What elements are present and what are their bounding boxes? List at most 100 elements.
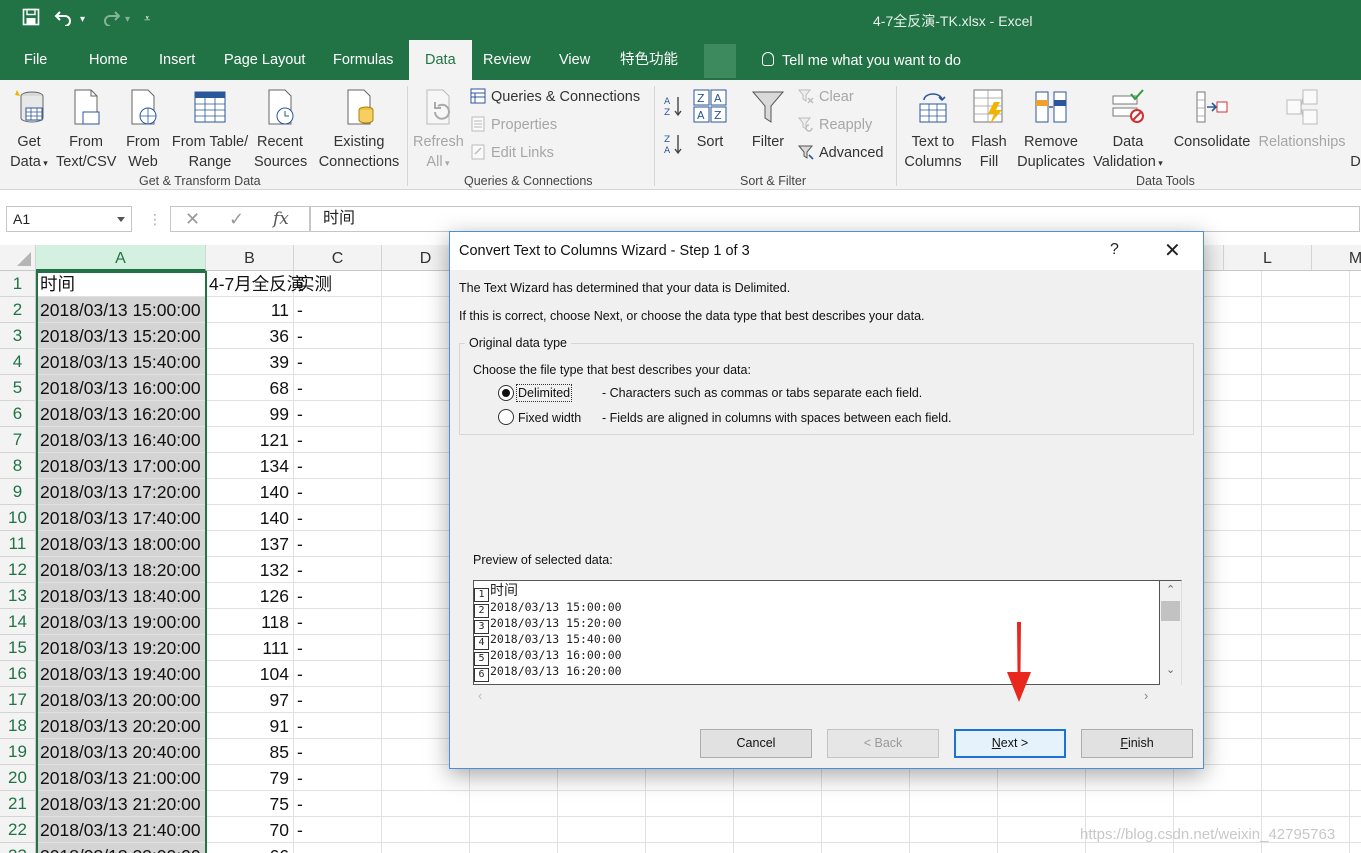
- properties-button[interactable]: Properties: [470, 116, 557, 133]
- help-button[interactable]: ?: [1110, 241, 1119, 259]
- row-header[interactable]: 8: [0, 453, 36, 479]
- cell-d[interactable]: [382, 843, 470, 853]
- recent-sources-button[interactable]: Recent Sources: [254, 88, 307, 172]
- cell-b[interactable]: 4-7月全反演: [206, 271, 304, 297]
- cell-b[interactable]: 85: [206, 739, 294, 765]
- cell-c[interactable]: -: [294, 453, 382, 479]
- sort-a-z-button[interactable]: AZ: [663, 94, 683, 122]
- insert-function-icon[interactable]: fx: [273, 209, 289, 229]
- row-header[interactable]: 2: [0, 297, 36, 323]
- cell-a[interactable]: 2018/03/13 15:40:00: [36, 349, 206, 375]
- cell-c[interactable]: -: [294, 557, 382, 583]
- get-data-button[interactable]: Get Data ▾: [6, 88, 52, 173]
- edit-links-button[interactable]: Edit Links: [470, 144, 554, 161]
- cell-b[interactable]: 70: [206, 817, 294, 843]
- row-header[interactable]: 4: [0, 349, 36, 375]
- cell-empty-range[interactable]: [470, 791, 1361, 817]
- tab-home[interactable]: Home: [77, 40, 140, 80]
- cell-b[interactable]: 111: [206, 635, 294, 661]
- cell-a[interactable]: 2018/03/13 16:40:00: [36, 427, 206, 453]
- row-header[interactable]: 22: [0, 817, 36, 843]
- select-all-corner[interactable]: [0, 245, 36, 271]
- scroll-up-icon[interactable]: ⌃: [1166, 583, 1175, 596]
- cell-c[interactable]: -: [294, 687, 382, 713]
- tab-review[interactable]: Review: [471, 40, 543, 80]
- cell-c[interactable]: -: [294, 739, 382, 765]
- fixed-width-radio[interactable]: [498, 409, 514, 425]
- existing-connections-button[interactable]: Existing Connections: [318, 88, 400, 172]
- close-icon[interactable]: ✕: [1164, 238, 1181, 263]
- tab-page-layout[interactable]: Page Layout: [212, 40, 317, 80]
- cell-a[interactable]: 2018/03/13 20:00:00: [36, 687, 206, 713]
- row-header[interactable]: 18: [0, 713, 36, 739]
- filter-button[interactable]: Filter: [748, 88, 788, 152]
- cancel-entry-icon[interactable]: ✕: [185, 209, 200, 230]
- row-header[interactable]: 19: [0, 739, 36, 765]
- cancel-button[interactable]: Cancel: [700, 729, 812, 758]
- queries-connections-button[interactable]: Queries & Connections: [470, 88, 640, 105]
- cell-a[interactable]: 2018/03/13 19:20:00: [36, 635, 206, 661]
- flash-fill-button[interactable]: Flash Fill: [970, 88, 1008, 172]
- cell-c[interactable]: -: [294, 349, 382, 375]
- cell-c[interactable]: -: [294, 297, 382, 323]
- clear-filter-button[interactable]: Clear: [798, 88, 854, 105]
- row-header[interactable]: 20: [0, 765, 36, 791]
- row-header[interactable]: 9: [0, 479, 36, 505]
- cell-c[interactable]: -: [294, 791, 382, 817]
- row-header[interactable]: 10: [0, 505, 36, 531]
- cell-b[interactable]: 137: [206, 531, 294, 557]
- row-header[interactable]: 16: [0, 661, 36, 687]
- cell-b[interactable]: 126: [206, 583, 294, 609]
- row-header[interactable]: 21: [0, 791, 36, 817]
- row-header[interactable]: 23: [0, 843, 36, 853]
- cell-empty-range[interactable]: [470, 843, 1361, 853]
- preview-vertical-scrollbar[interactable]: ⌃ ⌄: [1160, 580, 1182, 685]
- save-icon[interactable]: [22, 8, 40, 31]
- data-validation-button[interactable]: Data Validation ▾: [1090, 88, 1166, 173]
- cell-b[interactable]: 121: [206, 427, 294, 453]
- cell-a[interactable]: 2018/03/13 16:00:00: [36, 375, 206, 401]
- tab-file[interactable]: File: [12, 40, 59, 80]
- cell-c[interactable]: -: [294, 843, 382, 853]
- formula-input[interactable]: 时间: [310, 206, 1360, 232]
- row-header[interactable]: 12: [0, 557, 36, 583]
- advanced-filter-button[interactable]: Advanced: [798, 144, 884, 161]
- cell-a[interactable]: 2018/03/13 21:00:00: [36, 765, 206, 791]
- column-header-b[interactable]: B: [206, 245, 294, 271]
- column-header-a[interactable]: A: [36, 245, 206, 271]
- cell-c[interactable]: -: [294, 479, 382, 505]
- cut-off-ribbon-button[interactable]: D: [1350, 88, 1361, 172]
- row-header[interactable]: 13: [0, 583, 36, 609]
- cell-a[interactable]: 时间: [36, 271, 206, 297]
- name-box[interactable]: A1: [6, 206, 132, 232]
- row-header[interactable]: 17: [0, 687, 36, 713]
- cell-a[interactable]: 2018/03/13 16:20:00: [36, 401, 206, 427]
- scrollbar-thumb[interactable]: [1161, 601, 1180, 621]
- cell-b[interactable]: 97: [206, 687, 294, 713]
- cell-a[interactable]: 2018/03/13 15:00:00: [36, 297, 206, 323]
- cell-a[interactable]: 2018/03/13 18:40:00: [36, 583, 206, 609]
- cell-c[interactable]: -: [294, 713, 382, 739]
- delimited-radio[interactable]: [498, 385, 514, 401]
- undo-icon[interactable]: [54, 8, 76, 31]
- cell-d[interactable]: [382, 817, 470, 843]
- cell-a[interactable]: 2018/03/13 17:00:00: [36, 453, 206, 479]
- from-text-csv-button[interactable]: From Text/CSV: [56, 88, 116, 172]
- text-to-columns-button[interactable]: Text to Columns: [903, 88, 963, 172]
- formula-bar-grip-icon[interactable]: ⋮: [148, 211, 162, 228]
- from-table-range-button[interactable]: From Table/ Range: [169, 88, 251, 172]
- cell-b[interactable]: 132: [206, 557, 294, 583]
- cell-b[interactable]: 79: [206, 765, 294, 791]
- row-header[interactable]: 5: [0, 375, 36, 401]
- cell-c[interactable]: -: [294, 505, 382, 531]
- relationships-button[interactable]: Relationships: [1256, 88, 1348, 152]
- finish-button[interactable]: Finish: [1081, 729, 1193, 758]
- redo-icon[interactable]: [99, 8, 121, 31]
- cell-b[interactable]: 134: [206, 453, 294, 479]
- row-header[interactable]: 6: [0, 401, 36, 427]
- column-header-c[interactable]: C: [294, 245, 382, 271]
- cell-d[interactable]: [382, 791, 470, 817]
- cell-b[interactable]: 36: [206, 323, 294, 349]
- row-header[interactable]: 3: [0, 323, 36, 349]
- scroll-right-icon[interactable]: ›: [1144, 688, 1148, 703]
